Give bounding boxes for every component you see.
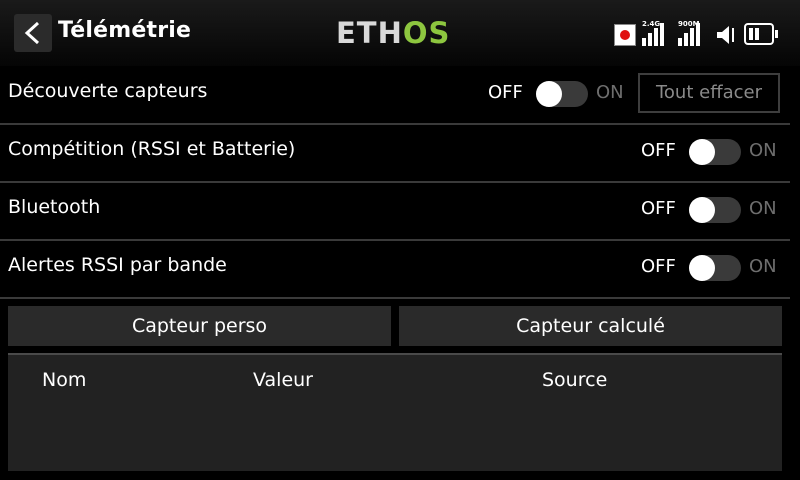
column-header-value: Valeur — [253, 369, 313, 391]
toggle-track — [689, 255, 741, 281]
record-icon — [614, 24, 636, 46]
setting-label: Alertes RSSI par bande — [8, 254, 227, 276]
toggle-track — [689, 197, 741, 223]
custom-sensor-button[interactable]: Capteur perso — [8, 306, 391, 346]
calculated-sensor-button[interactable]: Capteur calculé — [399, 306, 782, 346]
clear-all-button[interactable]: Tout effacer — [638, 73, 780, 113]
status-bar: 2.4G 900M — [612, 14, 792, 50]
speaker-icon — [717, 26, 734, 44]
top-bar: Télémétrie ETHOS 2.4G 900M — [0, 0, 800, 66]
toggle-knob — [689, 255, 715, 281]
toggle-track — [689, 139, 741, 165]
setting-label: Bluetooth — [8, 196, 101, 218]
sensor-table: Nom Valeur Source — [8, 355, 782, 471]
column-header-name: Nom — [42, 369, 87, 391]
setting-row-competition: Compétition (RSSI et Batterie) OFF ON — [0, 125, 790, 183]
page-title: Télémétrie — [58, 18, 192, 43]
ethos-logo: ETHOS — [336, 16, 451, 50]
setting-row-bluetooth: Bluetooth OFF ON — [0, 183, 790, 241]
setting-label: Découverte capteurs — [8, 80, 208, 102]
battery-icon — [744, 23, 778, 45]
back-button[interactable] — [14, 14, 52, 52]
toggle-knob — [689, 139, 715, 165]
setting-row-rssi-alerts: Alertes RSSI par bande OFF ON — [0, 241, 790, 299]
column-header-source: Source — [542, 369, 608, 391]
toggle-knob — [689, 197, 715, 223]
setting-label: Compétition (RSSI et Batterie) — [8, 138, 296, 160]
chevron-left-icon — [24, 21, 40, 45]
band-2g4-label: 2.4G — [642, 20, 661, 28]
toggle-knob — [536, 81, 562, 107]
toggle-track — [536, 81, 588, 107]
